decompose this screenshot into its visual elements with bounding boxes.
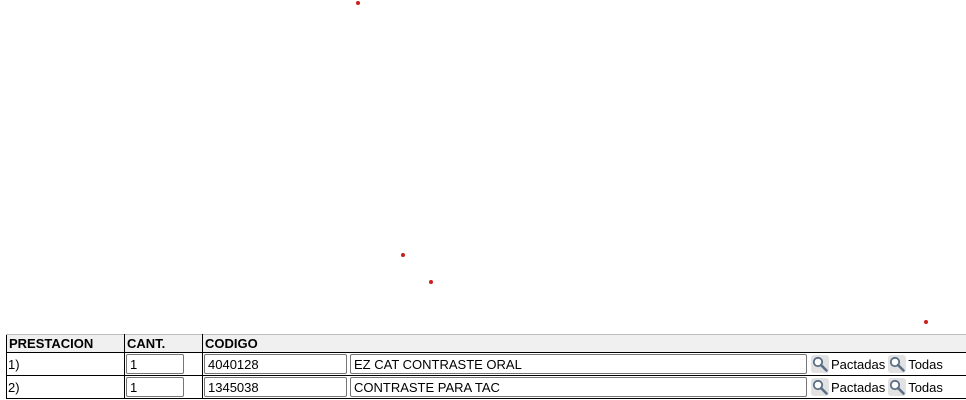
codigo-input[interactable] <box>204 377 347 397</box>
table-header-row: PRESTACION CANT. CODIGO <box>6 334 966 353</box>
todas-label: Todas <box>908 379 943 395</box>
pactadas-link[interactable]: Pactadas <box>811 355 885 373</box>
todas-link[interactable]: Todas <box>888 355 943 373</box>
cant-input[interactable] <box>126 377 184 397</box>
marker-dot <box>429 280 433 284</box>
magnifier-icon <box>888 378 907 396</box>
cant-input[interactable] <box>126 354 184 374</box>
marker-dot <box>401 253 405 257</box>
descripcion-input[interactable] <box>350 354 807 374</box>
marker-dot <box>924 320 928 324</box>
todas-link[interactable]: Todas <box>888 378 943 396</box>
prestaciones-table-wrapper: PRESTACION CANT. CODIGO 1) 1 4040128EZ C… <box>6 334 966 399</box>
descripcion-input[interactable] <box>350 377 807 397</box>
header-codigo: CODIGO <box>202 334 966 353</box>
page-canvas: PRESTACION CANT. CODIGO 1) 1 4040128EZ C… <box>0 0 966 400</box>
header-cant: CANT. <box>124 334 203 353</box>
table-row: 1) Pactadas <box>6 352 966 376</box>
cant-cell <box>124 352 203 376</box>
magnifier-icon <box>811 378 829 396</box>
codigo-cell: Pactadas Todas <box>202 375 966 399</box>
header-prestacion: PRESTACION <box>6 334 125 353</box>
pactadas-label: Pactadas <box>831 379 886 395</box>
pactadas-link[interactable]: Pactadas <box>811 378 885 396</box>
codigo-input[interactable] <box>204 354 347 374</box>
magnifier-icon <box>811 355 829 373</box>
row-index: 1) <box>6 352 125 376</box>
todas-label: Todas <box>908 356 943 372</box>
cant-cell <box>124 375 203 399</box>
marker-dot <box>356 1 360 5</box>
magnifier-icon <box>888 355 907 373</box>
codigo-cell: Pactadas Todas <box>202 352 966 376</box>
row-index: 2) <box>6 375 125 399</box>
prestaciones-table: PRESTACION CANT. CODIGO 1) 1 4040128EZ C… <box>6 334 966 399</box>
pactadas-label: Pactadas <box>831 356 886 372</box>
table-row: 2) Pactadas <box>6 375 966 399</box>
